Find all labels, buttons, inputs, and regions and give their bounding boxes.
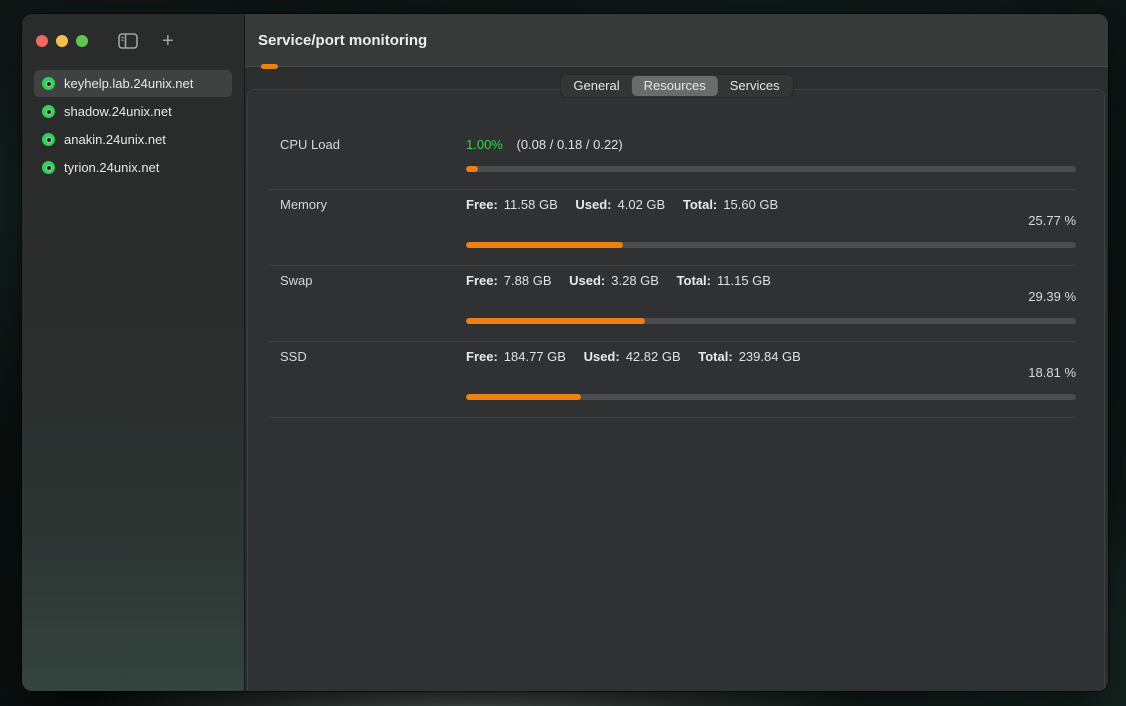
add-server-icon[interactable]: + xyxy=(162,31,174,51)
refresh-countdown-progress xyxy=(261,64,278,69)
percent-used: 25.77 % xyxy=(466,213,1076,229)
server-item[interactable]: tyrion.24unix.net xyxy=(34,154,232,181)
server-name: tyrion.24unix.net xyxy=(64,160,159,175)
total-value: 15.60 GB xyxy=(723,197,778,212)
cpu-percent-value: 1.00% xyxy=(466,137,503,152)
progress-fill xyxy=(466,318,645,324)
cpu-values: 1.00% (0.08 / 0.18 / 0.22) xyxy=(466,137,1076,153)
progress-fill xyxy=(466,242,623,248)
resource-row-memory: Memory Free: 11.58 GB Used: 4.02 GB Total:… xyxy=(268,190,1076,266)
progress-fill xyxy=(466,394,581,400)
resource-row-cpu: CPU Load 1.00% (0.08 / 0.18 / 0.22) xyxy=(268,90,1076,190)
total-label: Total: xyxy=(677,273,711,288)
resource-row-swap: Swap Free: 7.88 GB Used: 3.28 GB Total: 11.… xyxy=(268,266,1076,342)
total-label: Total: xyxy=(683,197,717,212)
app-window: + keyhelp.lab.24unix.net shadow.24unix.n… xyxy=(22,14,1108,691)
status-online-icon xyxy=(42,161,55,174)
used-label: Used: xyxy=(584,349,620,364)
ssd-values: Free: 184.77 GB Used: 42.82 GB Total: 239.8… xyxy=(466,349,1076,365)
progress-track xyxy=(466,166,1076,172)
progress-track xyxy=(466,242,1076,248)
free-value: 7.88 GB xyxy=(504,273,552,288)
server-name: keyhelp.lab.24unix.net xyxy=(64,76,193,91)
status-online-icon xyxy=(42,105,55,118)
main-panel: Service/port monitoring General Resource… xyxy=(245,14,1108,691)
total-label: Total: xyxy=(698,349,732,364)
server-name: shadow.24unix.net xyxy=(64,104,172,119)
free-value: 184.77 GB xyxy=(504,349,566,364)
percent-used: 29.39 % xyxy=(466,289,1076,305)
minimize-button[interactable] xyxy=(56,35,68,47)
row-label: Swap xyxy=(280,273,466,324)
total-value: 239.84 GB xyxy=(739,349,801,364)
sidebar-toggle-icon[interactable] xyxy=(118,33,138,49)
used-label: Used: xyxy=(575,197,611,212)
used-label: Used: xyxy=(569,273,605,288)
server-item[interactable]: shadow.24unix.net xyxy=(34,98,232,125)
free-value: 11.58 GB xyxy=(504,197,558,212)
page-title: Service/port monitoring xyxy=(258,32,427,49)
sidebar: + keyhelp.lab.24unix.net shadow.24unix.n… xyxy=(22,14,245,691)
progress-track xyxy=(466,394,1076,400)
tab-services[interactable]: Services xyxy=(718,76,792,96)
progress-track xyxy=(466,318,1076,324)
used-value: 4.02 GB xyxy=(618,197,666,212)
used-value: 3.28 GB xyxy=(611,273,659,288)
progress-fill xyxy=(466,166,478,172)
desktop-background: + keyhelp.lab.24unix.net shadow.24unix.n… xyxy=(0,0,1126,706)
server-list: keyhelp.lab.24unix.net shadow.24unix.net… xyxy=(22,68,244,184)
free-label: Free: xyxy=(466,273,498,288)
status-online-icon xyxy=(42,77,55,90)
total-value: 11.15 GB xyxy=(717,273,771,288)
row-label: SSD xyxy=(280,349,466,400)
swap-values: Free: 7.88 GB Used: 3.28 GB Total: 11.15 GB xyxy=(466,273,1076,289)
row-label: CPU Load xyxy=(280,137,466,172)
cpu-load-averages: (0.08 / 0.18 / 0.22) xyxy=(517,137,623,152)
tab-general[interactable]: General xyxy=(561,76,631,96)
zoom-button[interactable] xyxy=(76,35,88,47)
free-label: Free: xyxy=(466,197,498,212)
tab-bar: General Resources Services xyxy=(559,74,793,98)
resources-panel: CPU Load 1.00% (0.08 / 0.18 / 0.22) Memo… xyxy=(247,89,1105,691)
memory-values: Free: 11.58 GB Used: 4.02 GB Total: 15.60 G… xyxy=(466,197,1076,213)
status-online-icon xyxy=(42,133,55,146)
window-titlebar: Service/port monitoring xyxy=(245,14,1108,67)
used-value: 42.82 GB xyxy=(626,349,681,364)
percent-used: 18.81 % xyxy=(466,365,1076,381)
server-item[interactable]: anakin.24unix.net xyxy=(34,126,232,153)
row-label: Memory xyxy=(280,197,466,248)
tab-resources[interactable]: Resources xyxy=(632,76,718,96)
free-label: Free: xyxy=(466,349,498,364)
close-button[interactable] xyxy=(36,35,48,47)
sidebar-toolbar: + xyxy=(22,14,244,68)
resource-row-ssd: SSD Free: 184.77 GB Used: 42.82 GB Total: 2… xyxy=(268,342,1076,418)
server-name: anakin.24unix.net xyxy=(64,132,166,147)
server-item[interactable]: keyhelp.lab.24unix.net xyxy=(34,70,232,97)
